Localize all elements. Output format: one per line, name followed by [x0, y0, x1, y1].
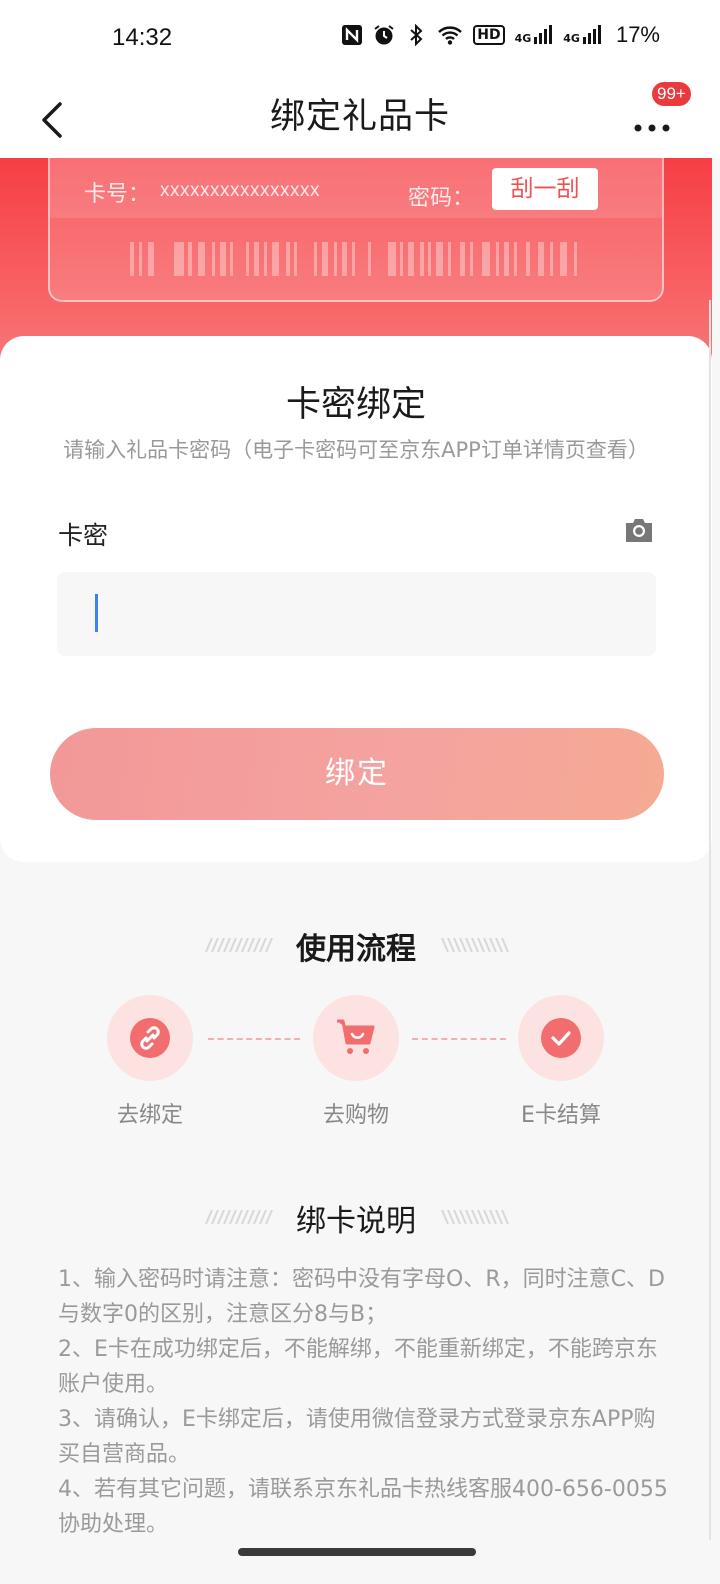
bluetooth-icon: [410, 24, 423, 46]
card-number-label: 卡号：: [84, 182, 151, 207]
scrollbar-track: [709, 300, 711, 1540]
note-item: 2、E卡在成功绑定后，不能解绑，不能重新绑定，不能跨京东账户使用。: [58, 1337, 658, 1397]
notes-title: 绑卡说明: [296, 1204, 416, 1239]
scratch-button: 刮一刮: [492, 168, 598, 210]
hd-icon: HD: [473, 25, 505, 45]
process-step-shop: 去购物: [296, 995, 416, 1129]
signal-4g-icon: 4G: [563, 25, 602, 45]
notes-heading: 绑卡说明: [0, 1192, 712, 1242]
nav-bar: 绑定礼品卡 99+: [0, 80, 720, 158]
step-connector: [412, 1038, 506, 1040]
cart-icon: [337, 1019, 375, 1054]
nfc-icon: [342, 25, 363, 45]
signal-4g-icon: 4G: [515, 25, 554, 45]
page-title: 绑定礼品卡: [269, 97, 450, 137]
status-bar: 14:32 HD 4G 4G 17%: [0, 0, 720, 80]
step-connector: [208, 1038, 300, 1040]
app-root: 14:32 HD 4G 4G 17% 绑定礼品卡 99+ 卡号： xxxxxxx…: [0, 0, 720, 1584]
card-info-row: 卡号： xxxxxxxxxxxxxxxx 密码： 刮一刮: [50, 158, 662, 218]
network-type-label: 4G: [563, 32, 580, 45]
step-label: E卡结算: [521, 1103, 601, 1128]
card-password-label: 密码：: [408, 186, 475, 211]
battery-level: 17%: [615, 22, 660, 47]
wifi-icon: [438, 26, 463, 45]
process-step-checkout: E卡结算: [501, 995, 621, 1129]
text-caret: [95, 594, 98, 632]
barcode-graphic: [130, 242, 577, 276]
status-icons: HD 4G 4G 17%: [341, 22, 660, 48]
process-title: 使用流程: [296, 932, 416, 967]
check-icon: [541, 1018, 581, 1058]
note-item: 4、若有其它问题，请联系京东礼品卡热线客服400-656-0055协助处理。: [58, 1477, 668, 1537]
step-circle: [313, 995, 399, 1081]
status-time: 14:32: [112, 24, 173, 51]
message-badge: 99+: [652, 82, 691, 106]
step-label: 去绑定: [116, 1103, 183, 1128]
step-circle: [107, 995, 193, 1081]
camera-icon[interactable]: [624, 516, 654, 544]
network-type-label: 4G: [514, 32, 532, 45]
card-password-input[interactable]: [57, 572, 656, 656]
home-indicator[interactable]: [238, 1548, 476, 1556]
stripes-decoration: [441, 1210, 509, 1224]
process-heading: 使用流程: [0, 920, 712, 970]
step-circle: [518, 995, 604, 1081]
step-label: 去购物: [322, 1103, 389, 1128]
card-number-value: xxxxxxxxxxxxxxxx: [160, 180, 320, 201]
hd-label: HD: [477, 27, 501, 43]
bind-card-panel: 卡密绑定 请输入礼品卡密码（电子卡密码可至京东APP订单详情页查看） 卡密 绑定: [0, 336, 712, 862]
bind-card-subtitle: 请输入礼品卡密码（电子卡密码可至京东APP订单详情页查看）: [63, 438, 649, 462]
bind-card-title: 卡密绑定: [285, 385, 426, 425]
alarm-icon: [374, 25, 394, 45]
stripes-decoration: [441, 938, 509, 952]
bind-button[interactable]: 绑定: [50, 728, 664, 820]
note-item: 1、输入密码时请注意：密码中没有字母O、R，同时注意C、D与数字0的区别，注意区…: [58, 1267, 665, 1327]
notes-list: 1、输入密码时请注意：密码中没有字母O、R，同时注意C、D与数字0的区别，注意区…: [58, 1262, 668, 1542]
process-step-bind: 去绑定: [90, 995, 210, 1129]
note-item: 3、请确认，E卡绑定后，请使用微信登录方式登录京东APP购买自营商品。: [58, 1407, 656, 1467]
card-password-field-label: 卡密: [58, 521, 109, 550]
link-icon: [130, 1018, 170, 1058]
gift-card-preview: 卡号： xxxxxxxxxxxxxxxx 密码： 刮一刮: [48, 158, 664, 302]
